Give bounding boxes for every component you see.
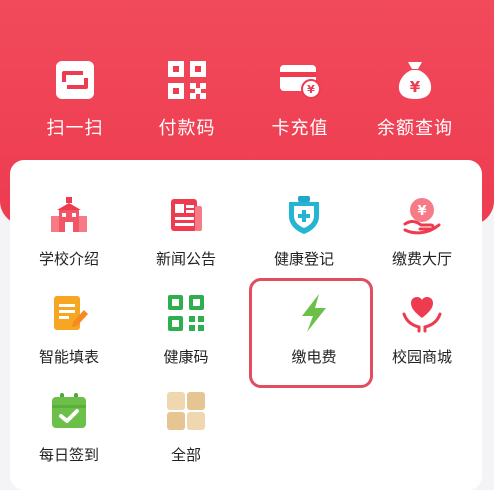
service-news[interactable]: 新闻公告: [131, 194, 241, 276]
scan-icon: [53, 58, 97, 102]
quick-action-payment-code[interactable]: 付款码: [137, 58, 237, 139]
payment-hall-icon: ¥: [401, 194, 443, 236]
svg-text:¥: ¥: [410, 78, 421, 96]
service-label: 缴费大厅: [391, 250, 452, 268]
service-school-intro[interactable]: 学校介绍: [14, 194, 124, 276]
lightning-icon: [293, 292, 335, 334]
quick-action-balance-query[interactable]: ¥ 余额查询: [365, 58, 465, 139]
service-all[interactable]: 全部: [131, 390, 241, 472]
calendar-check-icon: [48, 390, 90, 432]
service-label: 健康登记: [273, 250, 334, 268]
service-label: 全部: [170, 446, 201, 464]
money-bag-icon: ¥: [393, 58, 437, 102]
svg-text:¥: ¥: [307, 83, 315, 96]
school-icon: [48, 194, 90, 236]
service-label: 学校介绍: [38, 250, 99, 268]
service-payment-hall[interactable]: ¥ 缴费大厅: [367, 194, 477, 276]
service-label: 每日签到: [38, 446, 99, 464]
service-label: 健康码: [163, 348, 209, 366]
quick-action-card-recharge[interactable]: ¥ 卡充值: [250, 58, 350, 139]
form-edit-icon: [48, 292, 90, 334]
service-campus-mall[interactable]: 校园商城: [367, 292, 477, 374]
service-smart-form[interactable]: 智能填表: [14, 292, 124, 374]
service-daily-checkin[interactable]: 每日签到: [14, 390, 124, 472]
quick-actions: 扫一扫 付款码 ¥ 卡充值 ¥ 余额查询: [0, 58, 494, 139]
quick-action-label: 付款码: [158, 118, 216, 139]
service-label: 新闻公告: [155, 250, 216, 268]
quick-action-label: 卡充值: [271, 118, 329, 139]
svg-text:¥: ¥: [417, 204, 426, 219]
service-health-registration[interactable]: 健康登记: [249, 194, 359, 276]
quick-action-scan[interactable]: 扫一扫: [25, 58, 125, 139]
heart-hands-icon: [401, 292, 443, 334]
service-label: 缴电费: [291, 348, 337, 366]
services-panel: 学校介绍 新闻公告 健康登记 ¥ 缴费大厅 智能填表 健康码 缴电费 校园商城 …: [10, 160, 482, 490]
service-pay-electricity[interactable]: 缴电费: [259, 292, 369, 374]
quick-action-label: 余额查询: [377, 118, 453, 139]
health-shield-icon: [283, 194, 325, 236]
news-icon: [165, 194, 207, 236]
service-health-code[interactable]: 健康码: [131, 292, 241, 374]
quick-action-label: 扫一扫: [46, 118, 104, 139]
service-label: 校园商城: [391, 348, 452, 366]
all-grid-icon: [165, 390, 207, 432]
card-recharge-icon: ¥: [278, 58, 322, 102]
health-qr-icon: [165, 292, 207, 334]
qr-payment-icon: [165, 58, 209, 102]
service-label: 智能填表: [38, 348, 99, 366]
